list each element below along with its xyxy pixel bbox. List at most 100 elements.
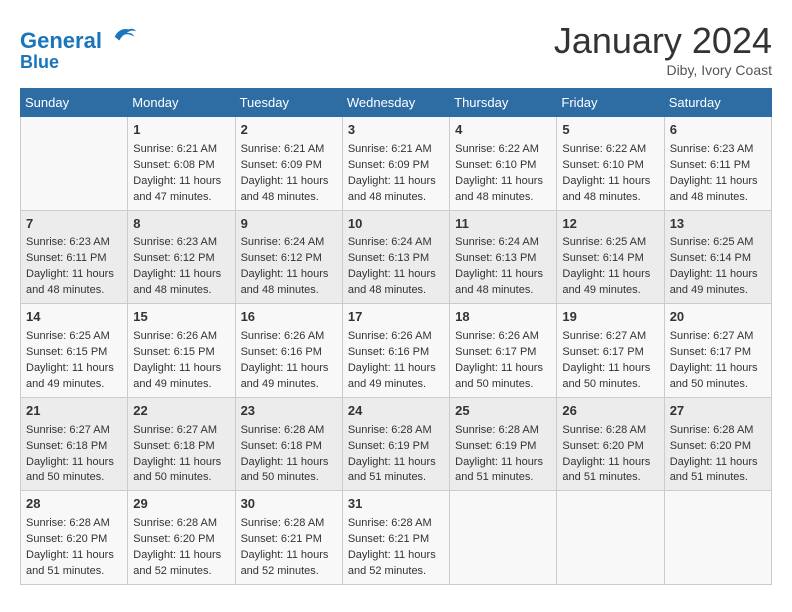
weekday-header-tuesday: Tuesday — [235, 89, 342, 117]
day-info: Sunset: 6:21 PM — [348, 532, 444, 548]
day-info: and 48 minutes. — [670, 190, 766, 206]
day-info: and 48 minutes. — [348, 190, 444, 206]
day-info: Sunrise: 6:24 AM — [241, 235, 337, 251]
day-info: and 49 minutes. — [348, 377, 444, 393]
day-info: Daylight: 11 hours — [562, 174, 658, 190]
day-info: and 51 minutes. — [670, 470, 766, 486]
calendar-cell: 23Sunrise: 6:28 AMSunset: 6:18 PMDayligh… — [235, 397, 342, 491]
day-info: and 48 minutes. — [348, 283, 444, 299]
logo-text: General — [20, 20, 138, 53]
calendar-cell: 13Sunrise: 6:25 AMSunset: 6:14 PMDayligh… — [664, 210, 771, 304]
calendar-week-row: 14Sunrise: 6:25 AMSunset: 6:15 PMDayligh… — [21, 304, 772, 398]
calendar-cell: 8Sunrise: 6:23 AMSunset: 6:12 PMDaylight… — [128, 210, 235, 304]
day-number: 12 — [562, 215, 658, 234]
day-info: Sunset: 6:16 PM — [348, 345, 444, 361]
day-number: 8 — [133, 215, 229, 234]
calendar-cell — [557, 491, 664, 585]
day-info: Sunrise: 6:28 AM — [670, 423, 766, 439]
day-info: and 50 minutes. — [26, 470, 122, 486]
day-info: Daylight: 11 hours — [241, 267, 337, 283]
day-info: and 48 minutes. — [133, 283, 229, 299]
day-info: Daylight: 11 hours — [670, 361, 766, 377]
logo: General Blue — [20, 20, 138, 73]
weekday-header-thursday: Thursday — [450, 89, 557, 117]
day-info: Daylight: 11 hours — [455, 455, 551, 471]
day-info: Daylight: 11 hours — [670, 455, 766, 471]
day-info: Sunset: 6:14 PM — [562, 251, 658, 267]
day-info: Sunrise: 6:21 AM — [133, 142, 229, 158]
calendar-week-row: 28Sunrise: 6:28 AMSunset: 6:20 PMDayligh… — [21, 491, 772, 585]
day-number: 13 — [670, 215, 766, 234]
day-info: Sunset: 6:20 PM — [562, 439, 658, 455]
day-info: Daylight: 11 hours — [241, 361, 337, 377]
day-info: Daylight: 11 hours — [455, 361, 551, 377]
calendar-cell: 18Sunrise: 6:26 AMSunset: 6:17 PMDayligh… — [450, 304, 557, 398]
calendar-cell: 30Sunrise: 6:28 AMSunset: 6:21 PMDayligh… — [235, 491, 342, 585]
day-number: 26 — [562, 402, 658, 421]
day-info: Sunrise: 6:28 AM — [348, 516, 444, 532]
calendar-week-row: 21Sunrise: 6:27 AMSunset: 6:18 PMDayligh… — [21, 397, 772, 491]
calendar-cell: 24Sunrise: 6:28 AMSunset: 6:19 PMDayligh… — [342, 397, 449, 491]
day-info: Sunset: 6:18 PM — [241, 439, 337, 455]
day-info: Sunrise: 6:25 AM — [562, 235, 658, 251]
day-info: Sunset: 6:12 PM — [133, 251, 229, 267]
day-info: Sunset: 6:13 PM — [348, 251, 444, 267]
day-info: Daylight: 11 hours — [133, 548, 229, 564]
month-title: January 2024 — [554, 20, 772, 62]
day-info: Sunrise: 6:27 AM — [133, 423, 229, 439]
calendar-week-row: 1Sunrise: 6:21 AMSunset: 6:08 PMDaylight… — [21, 117, 772, 211]
day-info: Sunset: 6:14 PM — [670, 251, 766, 267]
day-info: Daylight: 11 hours — [348, 548, 444, 564]
calendar-cell: 16Sunrise: 6:26 AMSunset: 6:16 PMDayligh… — [235, 304, 342, 398]
day-info: and 48 minutes. — [455, 190, 551, 206]
calendar-cell: 17 Sunrise: 6:26 AMSunset: 6:16 PMDayligh… — [342, 304, 449, 398]
calendar-cell: 15Sunrise: 6:26 AMSunset: 6:15 PMDayligh… — [128, 304, 235, 398]
day-number: 27 — [670, 402, 766, 421]
day-info: and 50 minutes. — [455, 377, 551, 393]
day-info: Sunrise: 6:21 AM — [348, 142, 444, 158]
calendar-cell: 2Sunrise: 6:21 AMSunset: 6:09 PMDaylight… — [235, 117, 342, 211]
day-info: Sunrise: 6:21 AM — [241, 142, 337, 158]
day-info: Sunset: 6:13 PM — [455, 251, 551, 267]
day-info: Sunrise: 6:28 AM — [133, 516, 229, 532]
day-info: Sunset: 6:21 PM — [241, 532, 337, 548]
day-info: Daylight: 11 hours — [348, 361, 444, 377]
day-number: 14 — [26, 308, 122, 327]
day-number: 9 — [241, 215, 337, 234]
day-info: Sunset: 6:11 PM — [670, 158, 766, 174]
calendar-cell: 19Sunrise: 6:27 AMSunset: 6:17 PMDayligh… — [557, 304, 664, 398]
day-info: and 49 minutes. — [26, 377, 122, 393]
day-info: Sunrise: 6:23 AM — [133, 235, 229, 251]
day-info: and 49 minutes. — [562, 283, 658, 299]
day-number: 28 — [26, 495, 122, 514]
title-area: January 2024 Diby, Ivory Coast — [554, 20, 772, 78]
day-info: Sunset: 6:18 PM — [26, 439, 122, 455]
day-info: Daylight: 11 hours — [348, 455, 444, 471]
location-subtitle: Diby, Ivory Coast — [554, 62, 772, 78]
day-info: and 52 minutes. — [133, 564, 229, 580]
day-info: Sunrise: 6:28 AM — [562, 423, 658, 439]
day-info: and 52 minutes. — [241, 564, 337, 580]
day-info: Sunset: 6:20 PM — [670, 439, 766, 455]
day-info: Daylight: 11 hours — [670, 267, 766, 283]
day-number: 11 — [455, 215, 551, 234]
day-info: Sunrise: 6:24 AM — [455, 235, 551, 251]
weekday-header-friday: Friday — [557, 89, 664, 117]
logo-blue: Blue — [20, 53, 138, 73]
day-info: Sunset: 6:10 PM — [455, 158, 551, 174]
page-header: General Blue January 2024 Diby, Ivory Co… — [20, 20, 772, 78]
calendar-cell: 10Sunrise: 6:24 AMSunset: 6:13 PMDayligh… — [342, 210, 449, 304]
day-info: and 51 minutes. — [26, 564, 122, 580]
day-info: and 48 minutes. — [241, 190, 337, 206]
day-info: Sunset: 6:19 PM — [455, 439, 551, 455]
calendar-cell: 6Sunrise: 6:23 AMSunset: 6:11 PMDaylight… — [664, 117, 771, 211]
calendar-cell: 29Sunrise: 6:28 AMSunset: 6:20 PMDayligh… — [128, 491, 235, 585]
day-info: and 51 minutes. — [455, 470, 551, 486]
calendar-cell: 28Sunrise: 6:28 AMSunset: 6:20 PMDayligh… — [21, 491, 128, 585]
day-info: Sunrise: 6:23 AM — [26, 235, 122, 251]
day-info: Sunrise: 6:26 AM — [133, 329, 229, 345]
day-number: 17 — [348, 308, 444, 327]
calendar-cell: 20Sunrise: 6:27 AMSunset: 6:17 PMDayligh… — [664, 304, 771, 398]
day-info: Sunrise: 6:26 AM — [348, 329, 444, 345]
calendar-cell: 5Sunrise: 6:22 AMSunset: 6:10 PMDaylight… — [557, 117, 664, 211]
